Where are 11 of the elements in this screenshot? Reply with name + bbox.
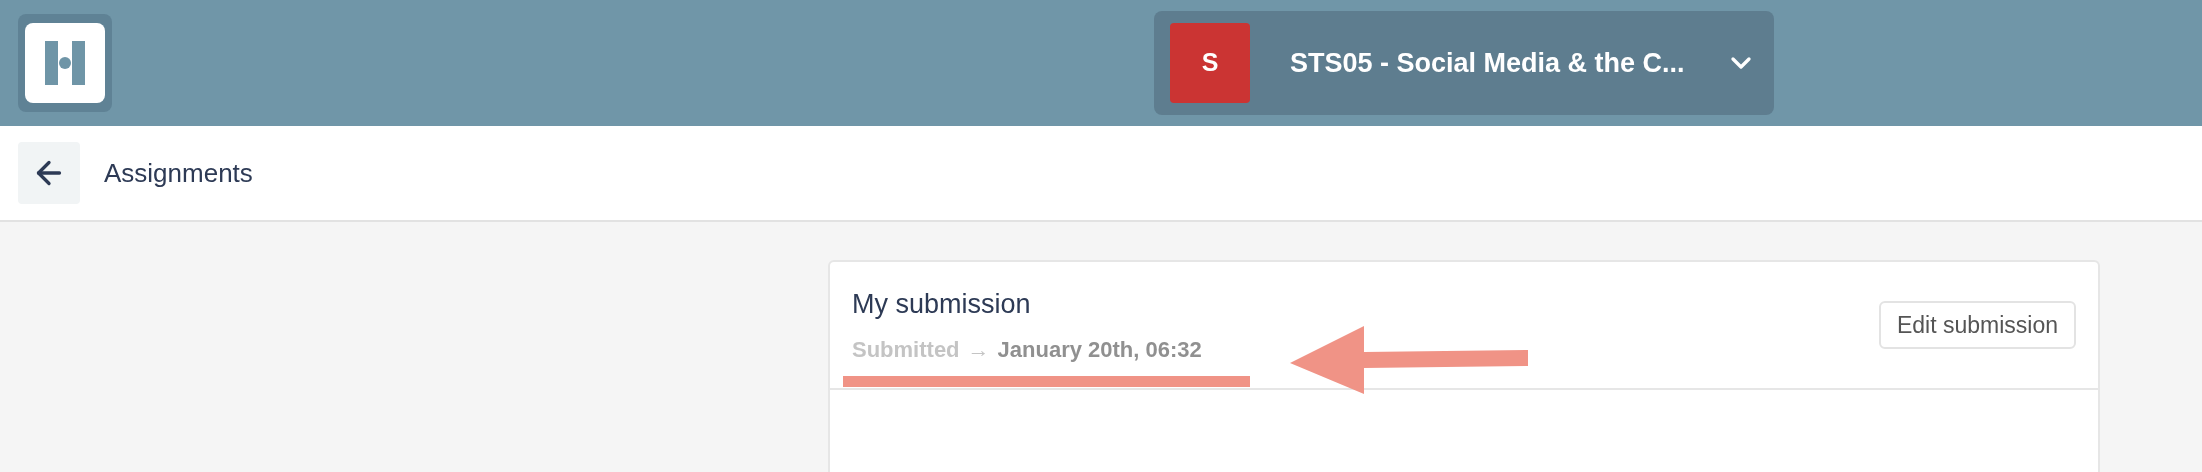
course-avatar: S [1170, 23, 1250, 103]
arrow-glyph: → [967, 335, 990, 364]
course-title: STS05 - Social Media & the C... [1290, 46, 1685, 80]
back-button[interactable] [18, 142, 80, 204]
logo-icon[interactable] [18, 14, 112, 112]
course-selector[interactable]: S STS05 - Social Media & the C... [1154, 11, 1774, 115]
edit-submission-button[interactable]: Edit submission [1878, 301, 2076, 349]
page-title: Assignments [104, 156, 253, 190]
submission-date: January 20th, 06:32 [997, 335, 1202, 364]
submission-title: My submission [852, 288, 1032, 322]
submission-status: Submitted [852, 335, 960, 364]
